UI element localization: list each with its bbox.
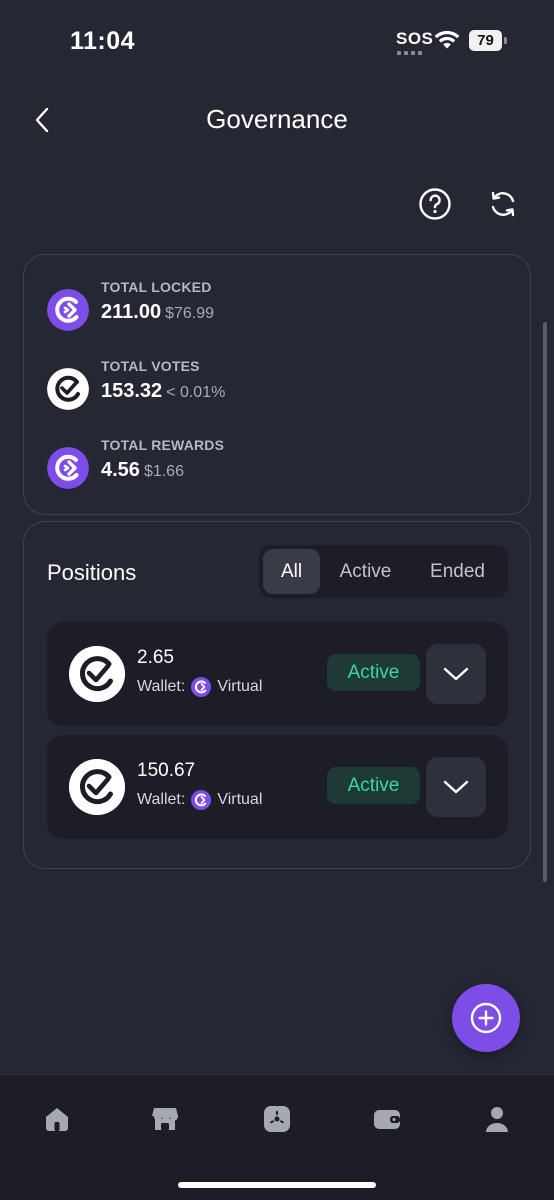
filter-all[interactable]: All [263, 549, 320, 594]
chevron-down-icon [443, 667, 469, 681]
refresh-button[interactable] [482, 183, 524, 225]
battery-level: 79 [469, 30, 502, 51]
nav-store[interactable] [145, 1099, 185, 1139]
status-bar: 11:04 SOS 79 [0, 0, 554, 80]
positions-filter: All Active Ended [259, 545, 508, 598]
status-sos: SOS [396, 29, 434, 48]
summary-card: TOTAL LOCKED 211.00 $76.99 TOTAL VOTES 15… [23, 254, 531, 515]
stat-usd: $1.66 [143, 463, 184, 480]
stat-total-locked: TOTAL LOCKED 211.00 $76.99 [47, 279, 507, 339]
status-badge: Active [327, 654, 420, 691]
wallet-label: Wallet: [137, 791, 186, 808]
expand-button[interactable] [426, 757, 486, 817]
positions-title: Positions [47, 560, 137, 585]
position-wallet: Wallet: Virtual [137, 677, 262, 697]
virtual-wallet-icon [191, 790, 212, 810]
store-icon [152, 1108, 179, 1130]
nav-staking[interactable] [257, 1099, 297, 1139]
filter-ended[interactable]: Ended [411, 549, 504, 594]
expand-button[interactable] [426, 644, 486, 704]
wallet-name: Virtual [217, 791, 263, 808]
stat-total-votes: TOTAL VOTES 153.32 < 0.01% [47, 358, 507, 418]
wifi-icon [434, 30, 460, 49]
virtual-wallet-icon [191, 677, 212, 697]
white-vote-token-icon [47, 368, 89, 410]
stat-amount: 211.00 [101, 301, 162, 323]
scrollbar[interactable] [543, 322, 547, 882]
stat-value: 211.00 $76.99 [101, 301, 214, 324]
stat-amount: 4.56 [101, 459, 140, 481]
stat-total-rewards: TOTAL REWARDS 4.56 $1.66 [47, 437, 507, 497]
stat-usd: $76.99 [165, 305, 215, 322]
staking-icon [264, 1106, 290, 1132]
status-badge: Active [327, 767, 420, 804]
home-icon [46, 1108, 68, 1131]
home-indicator[interactable] [178, 1182, 376, 1188]
plus-circle-icon [470, 1002, 502, 1034]
nav-home[interactable] [37, 1099, 77, 1139]
stat-label: TOTAL REWARDS [101, 437, 225, 453]
bottom-nav [0, 1074, 554, 1200]
signal-dots-icon [397, 51, 422, 55]
wallet-name: Virtual [217, 678, 263, 695]
position-amount: 150.67 [137, 760, 196, 781]
status-time: 11:04 [70, 27, 136, 55]
position-wallet: Wallet: Virtual [137, 790, 262, 810]
filter-active[interactable]: Active [323, 549, 408, 594]
add-position-button[interactable] [452, 984, 520, 1052]
purple-token-icon [47, 447, 89, 489]
positions-card: Positions All Active Ended 2.65 Wallet: … [23, 521, 531, 869]
stat-value: 4.56 $1.66 [101, 459, 184, 482]
page-title: Governance [206, 104, 348, 134]
help-button[interactable] [414, 183, 456, 225]
position-item[interactable]: 150.67 Wallet: Virtual Active [47, 735, 508, 839]
wallet-icon [374, 1110, 400, 1129]
vote-token-icon [69, 759, 125, 815]
nav-wallet[interactable] [367, 1099, 407, 1139]
vote-token-icon [69, 646, 125, 702]
position-item[interactable]: 2.65 Wallet: Virtual Active [47, 622, 508, 726]
chevron-down-icon [443, 780, 469, 794]
battery-icon: 79 [469, 30, 507, 51]
nav-profile[interactable] [477, 1099, 517, 1139]
stat-amount: 153.32 [101, 380, 163, 402]
wallet-label: Wallet: [137, 678, 186, 695]
help-circle-icon [419, 188, 451, 220]
purple-token-icon [47, 289, 89, 331]
refresh-icon [491, 191, 515, 217]
stat-percent: < 0.01% [166, 384, 226, 401]
stat-label: TOTAL VOTES [101, 358, 200, 374]
stat-label: TOTAL LOCKED [101, 279, 212, 295]
profile-icon [486, 1107, 508, 1132]
position-amount: 2.65 [137, 647, 174, 668]
stat-value: 153.32 < 0.01% [101, 380, 225, 403]
